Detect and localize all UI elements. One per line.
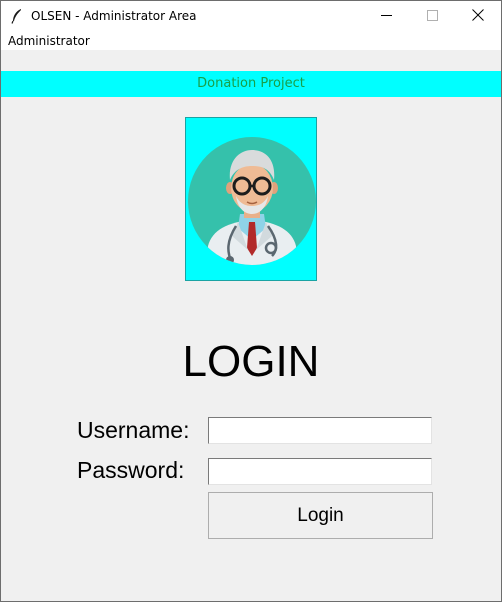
avatar-frame	[185, 117, 317, 281]
username-label: Username:	[77, 417, 190, 443]
maximize-button[interactable]	[409, 1, 455, 32]
close-button[interactable]	[455, 1, 501, 32]
password-label: Password:	[77, 457, 185, 483]
login-button[interactable]: Login	[208, 492, 433, 539]
close-icon	[472, 8, 484, 26]
menu-item-administrator[interactable]: Administrator	[8, 34, 90, 48]
maximize-icon	[426, 8, 438, 26]
window-title: OLSEN - Administrator Area	[31, 9, 197, 23]
password-input[interactable]	[208, 458, 432, 485]
username-input[interactable]	[208, 417, 432, 444]
doctor-avatar-icon	[188, 137, 316, 265]
menu-bar: Administrator	[1, 32, 501, 50]
app-window: OLSEN - Administrator Area Administrator…	[0, 0, 502, 602]
minimize-button[interactable]	[363, 1, 409, 32]
login-heading: LOGIN	[182, 337, 320, 386]
project-banner: Donation Project	[1, 71, 501, 97]
minimize-icon	[380, 8, 392, 26]
feather-icon	[10, 8, 24, 24]
title-bar[interactable]: OLSEN - Administrator Area	[1, 1, 501, 32]
